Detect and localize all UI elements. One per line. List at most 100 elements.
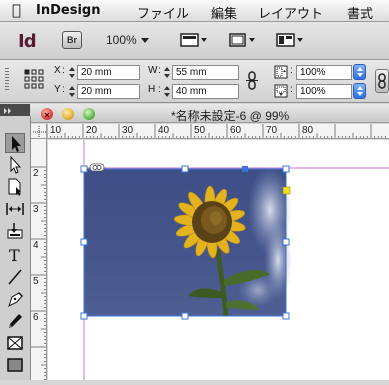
resize-handle-top-right[interactable] [282,165,290,173]
screen-mode-button[interactable] [228,32,256,48]
resize-handle-top[interactable] [181,165,189,173]
resize-handle-bottom[interactable] [181,312,189,320]
view-options-button[interactable] [180,32,208,48]
spinner-arrows-icon [69,67,75,78]
v-ruler-label: 5 [33,276,39,287]
link-badge-icon[interactable] [89,163,105,172]
resize-handle-bottom-right[interactable] [282,312,290,320]
minimize-window-button[interactable] [62,108,74,120]
pen-tool[interactable] [5,289,25,309]
arrange-documents-icon [276,33,303,47]
reference-point-icon[interactable] [24,69,44,94]
resize-handle-left[interactable] [80,238,88,246]
h-spinner[interactable] [163,84,171,99]
h-label: H [148,84,156,95]
resize-handle-right[interactable] [282,238,290,246]
page-tool[interactable] [5,177,25,197]
content-collector-tool[interactable] [5,221,25,241]
gap-tool-icon [6,203,24,215]
x-label: X [54,65,61,76]
arrange-documents-button[interactable] [276,32,304,48]
y-position-field[interactable]: 20 mm [77,84,140,99]
h-ruler-label: 40 [158,125,170,136]
h-ruler-label: 60 [230,125,242,136]
constrain-proportions-button[interactable] [246,71,258,96]
panel-grip-icon[interactable] [4,66,10,96]
vertical-ruler[interactable]: 2 3 4 5 6 [31,139,47,380]
application-bar: Id Br 100% [0,22,389,60]
scale-x-icon [274,65,288,85]
menu-type[interactable]: 書式 [347,3,373,22]
w-label: W [148,65,158,76]
sunflower-image[interactable] [84,166,292,317]
rectangle-tool-icon [7,358,23,372]
v-ruler-label: 4 [33,240,39,251]
ruler-origin[interactable] [31,124,47,139]
selection-tool[interactable] [5,133,25,153]
v-ruler-label: 3 [33,204,39,215]
selection-tool-icon [12,136,21,152]
content-collector-icon [7,223,23,239]
h-ruler-label: 20 [86,125,98,136]
pen-tool-icon [8,292,23,307]
height-field[interactable]: 40 mm [172,84,239,99]
direct-selection-tool[interactable] [5,155,25,175]
zoom-level-value: 100% [106,33,137,47]
zoom-level-select[interactable]: 100% [106,33,149,47]
gap-tool[interactable] [5,199,25,219]
menu-edit[interactable]: 編集 [211,3,237,22]
live-corners-handle[interactable] [282,186,291,195]
x-position-field[interactable]: 20 mm [77,65,140,80]
type-tool-icon: T [9,246,20,265]
scale-y-dropdown[interactable] [353,83,366,99]
apple-menu-icon[interactable]:  [12,1,21,19]
menu-layout[interactable]: レイアウト [258,3,323,22]
rectangle-tool[interactable] [5,355,25,375]
document-title: *名称未設定-6 @ 99% [171,109,290,123]
h-ruler-label: 50 [194,125,206,136]
resize-handle-top-left[interactable] [80,165,88,173]
scale-y-field[interactable]: 100% [296,84,352,99]
frame-edge-handle[interactable] [242,166,248,172]
chevron-down-icon [140,38,149,44]
view-options-icon [180,33,207,47]
spinner-arrows-icon [164,67,170,78]
y-spinner[interactable] [68,84,76,99]
app-menu[interactable]: InDesign [36,3,100,18]
document-canvas[interactable] [48,140,389,380]
tools-panel: T [0,116,31,380]
w-spinner[interactable] [163,65,171,80]
horizontal-ruler-ticks [47,124,386,138]
h-ruler-label: 80 [302,125,314,136]
v-ruler-label: 2 [33,168,39,179]
w-colon: : [158,65,161,76]
pencil-tool[interactable] [5,311,25,331]
type-tool[interactable]: T [5,245,25,265]
page-artwork [80,140,389,380]
menu-file[interactable]: ファイル [137,3,189,22]
x-spinner[interactable] [68,65,76,80]
scale-y-icon [274,84,288,104]
menu-bar:  InDesign ファイル 編集 レイアウト 書式 [0,0,389,22]
control-panel: X : 20 mm Y : 20 mm W : 55 mm H : 40 mm … [0,60,389,103]
tools-panel-header[interactable] [0,104,30,116]
constrain-scale-button[interactable] [375,69,389,93]
svg-text:T: T [9,246,20,265]
scale-x-dropdown[interactable] [353,64,366,80]
pencil-tool-icon [9,314,22,328]
width-field[interactable]: 55 mm [172,65,239,80]
resize-handle-bottom-left[interactable] [80,312,88,320]
horizontal-ruler[interactable]: 10 20 30 40 50 60 70 80 [47,124,389,139]
document-title-bar[interactable]: *名称未設定-6 @ 99% [31,104,389,123]
close-window-button[interactable] [41,108,53,120]
direct-selection-tool-icon [10,155,22,174]
line-tool[interactable] [5,267,25,287]
bridge-button[interactable]: Br [62,31,82,49]
page-tool-icon [8,178,21,196]
rectangle-frame-tool[interactable] [5,333,25,353]
spinner-arrows-icon [164,86,170,97]
screen-mode-icon [229,33,255,47]
spinner-arrows-icon [69,86,75,97]
scale-x-field[interactable]: 100% [296,65,352,80]
zoom-window-button[interactable] [83,108,95,120]
